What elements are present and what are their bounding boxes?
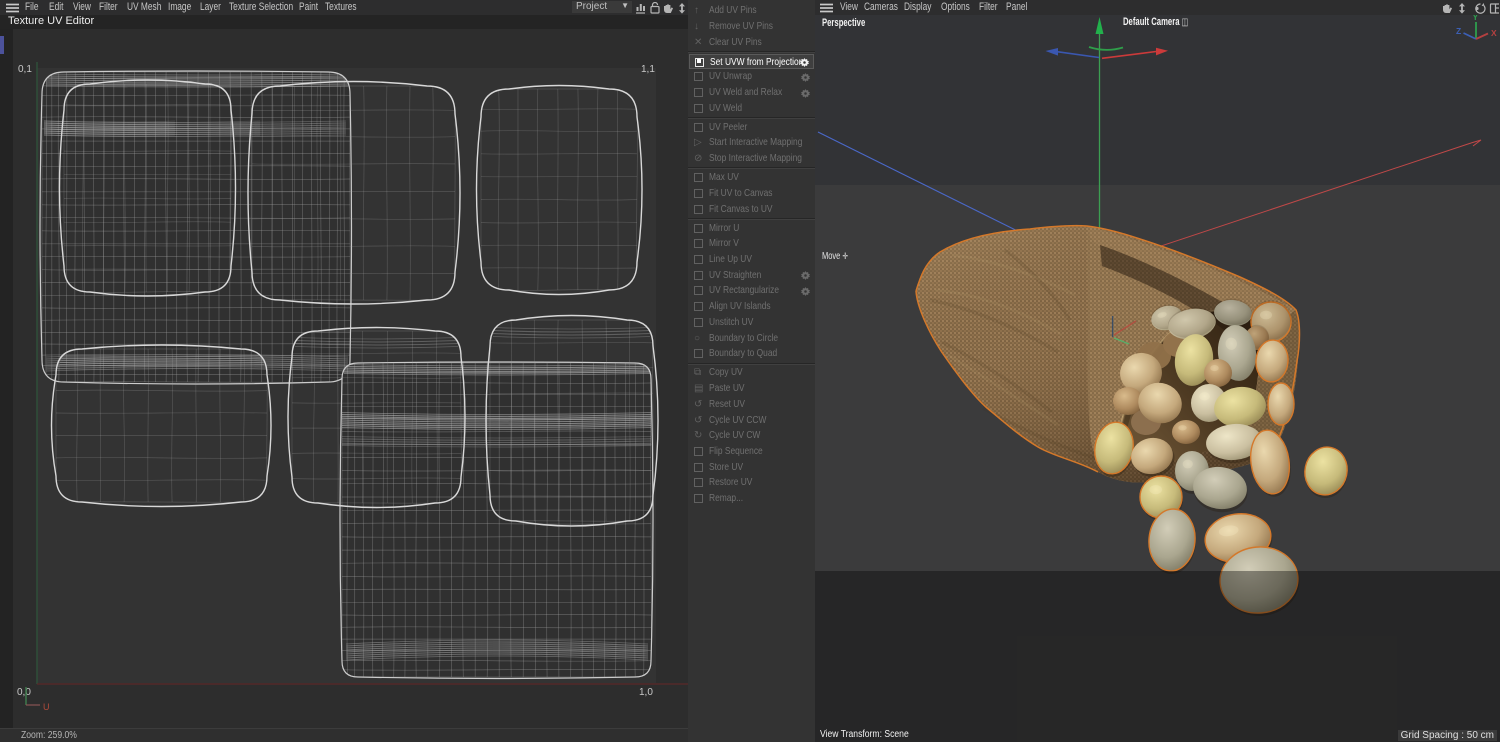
- svg-text:U: U: [43, 702, 50, 712]
- svg-text:0,1: 0,1: [18, 64, 32, 75]
- svg-text:1,0: 1,0: [639, 687, 653, 698]
- svg-text:Y: Y: [1473, 15, 1479, 22]
- svg-text:1,1: 1,1: [641, 64, 655, 75]
- svg-text:0,0: 0,0: [17, 687, 31, 698]
- svg-text:X: X: [1491, 28, 1497, 38]
- svg-text:Z: Z: [1456, 26, 1461, 36]
